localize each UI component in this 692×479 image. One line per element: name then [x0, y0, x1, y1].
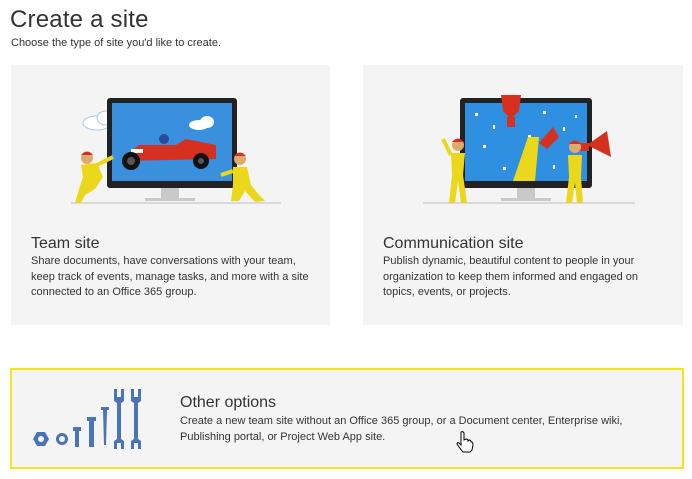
other-options-title: Other options — [180, 394, 277, 411]
communication-site-illustration — [423, 95, 635, 204]
communication-site-description: Publish dynamic, beautiful content to pe… — [383, 255, 639, 298]
communication-site-title: Communication site — [383, 235, 524, 252]
page-title: Create a site — [10, 6, 149, 33]
team-site-title: Team site — [31, 235, 100, 252]
team-site-card[interactable]: Team site Share documents, have conversa… — [11, 65, 330, 325]
other-options-description: Create a new team site without an Office… — [180, 415, 623, 443]
other-options-card[interactable]: Other options Create a new team site wit… — [10, 368, 684, 469]
team-site-illustration — [71, 98, 281, 204]
communication-site-card[interactable]: Communication site Publish dynamic, beau… — [363, 65, 683, 325]
team-site-description: Share documents, have conversations with… — [31, 255, 309, 298]
tools-icon — [33, 389, 141, 449]
page-subtitle: Choose the type of site you'd like to cr… — [11, 37, 221, 49]
hand-cursor-icon — [456, 431, 474, 453]
